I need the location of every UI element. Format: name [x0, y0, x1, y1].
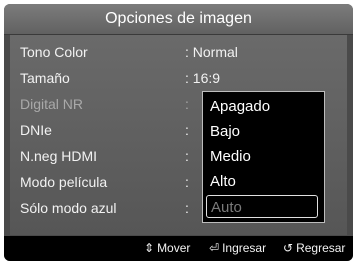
- status-bar: ⇕ Mover ⏎ Ingresar ↺ Regresar: [4, 236, 353, 261]
- setting-value: :: [185, 200, 189, 216]
- setting-label: Modo película: [20, 174, 108, 190]
- setting-label: Tono Color: [20, 44, 88, 60]
- setting-value: :: [185, 122, 189, 138]
- setting-tone-color[interactable]: Tono Color : Normal: [10, 40, 347, 64]
- return-label: Regresar: [296, 241, 346, 255]
- up-down-arrows-icon: ⇕: [144, 241, 155, 255]
- option-bajo[interactable]: Bajo: [206, 120, 318, 143]
- options-dropdown: Apagado Bajo Medio Alto Auto: [202, 91, 325, 223]
- setting-label: Tamaño: [20, 70, 70, 86]
- picture-options-panel: Opciones de imagen Tono Color : Normal T…: [4, 4, 353, 261]
- option-apagado[interactable]: Apagado: [206, 95, 318, 118]
- enter-hint: ⏎ Ingresar: [209, 236, 266, 261]
- setting-value: :: [185, 148, 189, 164]
- setting-value: : Normal: [185, 44, 238, 60]
- setting-label: Sólo modo azul: [20, 200, 117, 216]
- settings-list: Tono Color : Normal Tamaño : 16:9 Digita…: [10, 35, 347, 235]
- option-medio[interactable]: Medio: [206, 145, 318, 168]
- setting-value: :: [185, 174, 189, 190]
- enter-label: Ingresar: [222, 241, 267, 255]
- move-hint: ⇕ Mover: [144, 236, 190, 261]
- move-label: Mover: [157, 241, 191, 255]
- menu-title: Opciones de imagen: [4, 4, 353, 35]
- setting-label: DNIe: [20, 122, 52, 138]
- enter-icon: ⏎: [209, 241, 220, 255]
- setting-value: : 16:9: [185, 70, 221, 86]
- setting-label: N.neg HDMI: [20, 148, 98, 164]
- option-auto: Auto: [206, 195, 318, 218]
- setting-size[interactable]: Tamaño : 16:9: [10, 66, 347, 90]
- setting-label: Digital NR: [20, 96, 84, 112]
- return-icon: ↺: [283, 241, 294, 255]
- return-hint: ↺ Regresar: [283, 236, 345, 261]
- option-alto[interactable]: Alto: [206, 170, 318, 193]
- setting-value: :: [185, 96, 189, 112]
